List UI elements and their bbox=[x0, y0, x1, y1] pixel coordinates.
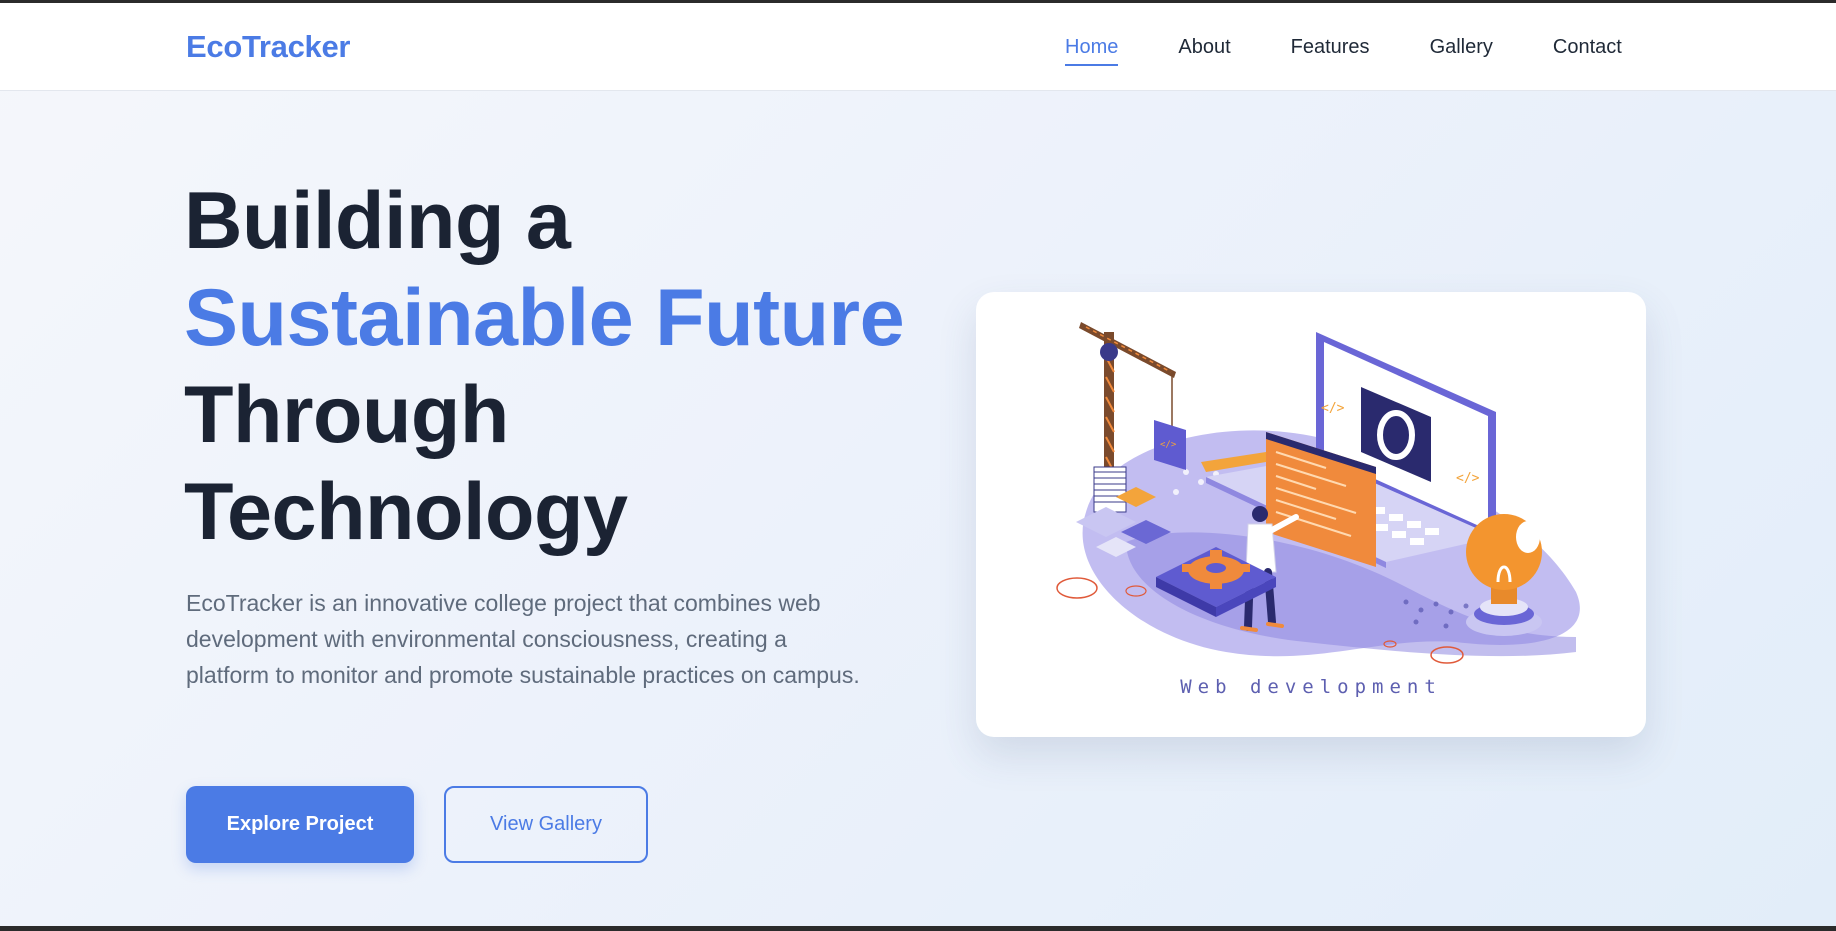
svg-text:</>: </> bbox=[1160, 440, 1177, 450]
hero-title-part1: Building a bbox=[184, 176, 571, 266]
hero-title-part2: Through Technology bbox=[184, 370, 628, 557]
nav-link-home[interactable]: Home bbox=[1065, 36, 1119, 66]
hero-description: EcoTracker is an innovative college proj… bbox=[186, 590, 860, 688]
nav-links: Home About Features Gallery Contact bbox=[1065, 36, 1622, 66]
hero-title-accent: Sustainable Future bbox=[184, 273, 905, 363]
hero-title: Building a Sustainable Future Through Te… bbox=[184, 173, 944, 561]
nav-link-about[interactable]: About bbox=[1178, 36, 1230, 63]
lightbulb-icon bbox=[1466, 514, 1542, 636]
nav-link-gallery[interactable]: Gallery bbox=[1430, 36, 1493, 63]
illustration-caption: Web development bbox=[1180, 676, 1442, 698]
svg-text:</>: </> bbox=[1321, 401, 1345, 416]
svg-text:</>: </> bbox=[1456, 471, 1480, 486]
nav-link-contact[interactable]: Contact bbox=[1553, 36, 1622, 63]
navbar: EcoTracker Home About Features Gallery C… bbox=[0, 3, 1836, 91]
illustration-card: </> </> </> Web development bbox=[976, 292, 1646, 737]
explore-project-button[interactable]: Explore Project bbox=[186, 786, 414, 863]
logo[interactable]: EcoTracker bbox=[186, 29, 350, 65]
nav-link-features[interactable]: Features bbox=[1291, 36, 1370, 63]
view-gallery-button[interactable]: View Gallery bbox=[444, 786, 648, 863]
page: EcoTracker Home About Features Gallery C… bbox=[0, 3, 1836, 926]
web-development-illustration: </> </> </> bbox=[1056, 322, 1580, 664]
